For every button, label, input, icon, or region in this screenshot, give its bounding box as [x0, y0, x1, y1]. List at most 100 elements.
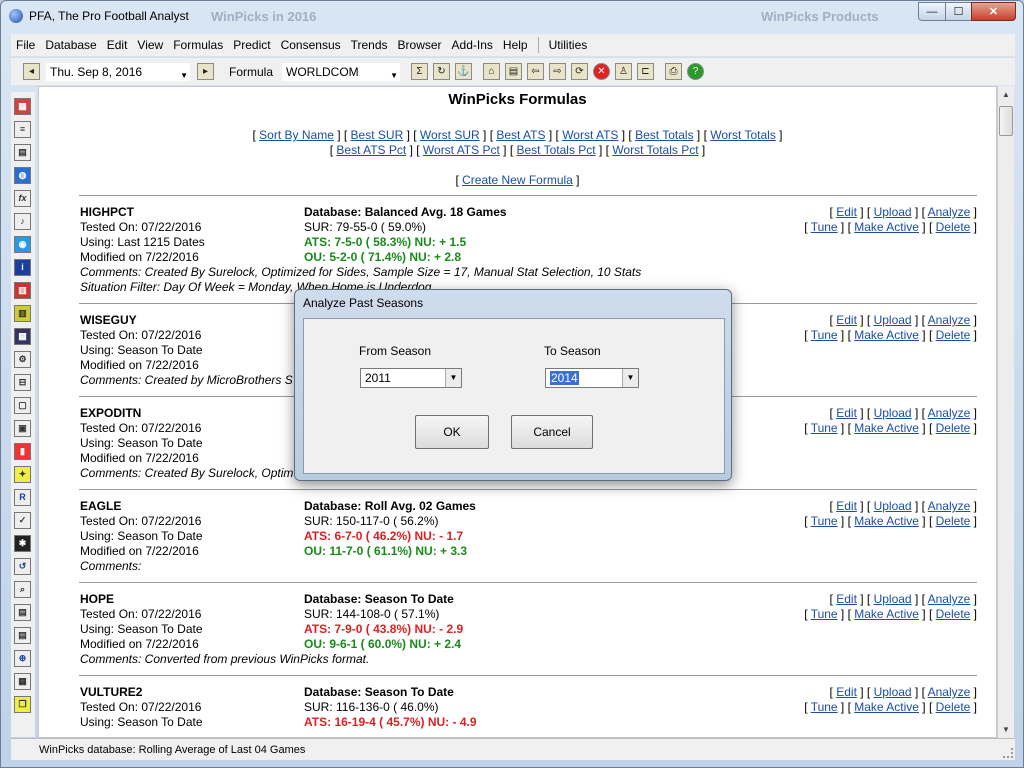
analyze-link[interactable]: Analyze — [928, 406, 971, 420]
best-ats-link[interactable]: Best ATS — [496, 128, 545, 142]
copy-icon[interactable]: ❐ — [14, 696, 31, 713]
menu-view[interactable]: View — [132, 34, 168, 56]
report-icon[interactable]: ▥ — [14, 282, 31, 299]
function-icon[interactable]: fx — [14, 190, 31, 207]
tune-link[interactable]: Tune — [811, 607, 838, 621]
edit-link[interactable]: Edit — [836, 685, 857, 699]
tune-link[interactable]: Tune — [811, 421, 838, 435]
page-icon[interactable]: ▤ — [14, 627, 31, 644]
settings-icon[interactable]: ⚙ — [14, 351, 31, 368]
upload-link[interactable]: Upload — [874, 685, 912, 699]
menu-edit[interactable]: Edit — [102, 34, 133, 56]
menu-utilities[interactable]: Utilities — [544, 34, 593, 56]
zoom-icon[interactable]: ⊕ — [14, 650, 31, 667]
analyze-link[interactable]: Analyze — [928, 205, 971, 219]
calendar-next-icon[interactable]: ▸ — [197, 63, 214, 80]
music-note-icon[interactable]: ♪ — [14, 213, 31, 230]
tune-link[interactable]: Tune — [811, 700, 838, 714]
clipboard-icon[interactable]: ▤ — [14, 604, 31, 621]
rpt-icon[interactable]: R — [14, 489, 31, 506]
person-icon[interactable]: ♙ — [615, 63, 632, 80]
make-active-link[interactable]: Make Active — [854, 421, 919, 435]
list-icon[interactable]: ≡ — [14, 121, 31, 138]
best-totals-pct-link[interactable]: Best Totals Pct — [516, 143, 595, 157]
edit-link[interactable]: Edit — [836, 499, 857, 513]
ok-button[interactable]: OK — [415, 415, 489, 449]
upload-link[interactable]: Upload — [874, 499, 912, 513]
globe-icon[interactable]: ◍ — [14, 167, 31, 184]
printer-icon[interactable]: ⎙ — [665, 63, 682, 80]
magnifier-icon[interactable]: ⌕ — [14, 581, 31, 598]
make-active-link[interactable]: Make Active — [854, 220, 919, 234]
upload-link[interactable]: Upload — [874, 592, 912, 606]
folder-icon[interactable]: ▤ — [505, 63, 522, 80]
make-active-link[interactable]: Make Active — [854, 607, 919, 621]
check-icon[interactable]: ✓ — [14, 512, 31, 529]
bar-chart-icon[interactable]: ▮ — [14, 443, 31, 460]
scroll-up-icon[interactable]: ▲ — [1002, 90, 1010, 99]
delete-link[interactable]: Delete — [936, 514, 971, 528]
formula-combo[interactable]: WORLDCOM ▼ — [281, 62, 401, 82]
delete-link[interactable]: Delete — [936, 220, 971, 234]
cycle-icon[interactable]: ↺ — [14, 558, 31, 575]
calendar-prev-icon[interactable]: ◂ — [23, 63, 40, 80]
best-sur-link[interactable]: Best SUR — [351, 128, 404, 142]
earth-icon[interactable]: ◉ — [14, 236, 31, 253]
target-icon[interactable]: ✱ — [14, 535, 31, 552]
scroll-down-icon[interactable]: ▼ — [1002, 725, 1010, 734]
analyze-link[interactable]: Analyze — [928, 499, 971, 513]
grid-icon[interactable]: ▦ — [14, 98, 31, 115]
minimize-button[interactable]: — — [918, 2, 946, 21]
create-new-formula-link[interactable]: Create New Formula — [462, 173, 573, 187]
refresh-icon[interactable]: ↻ — [433, 63, 450, 80]
vertical-scrollbar[interactable]: ▲ ▼ — [997, 86, 1014, 738]
menu-trends[interactable]: Trends — [346, 34, 393, 56]
analyze-link[interactable]: Analyze — [928, 685, 971, 699]
delete-link[interactable]: Delete — [936, 700, 971, 714]
delete-link[interactable]: Delete — [936, 328, 971, 342]
table-icon[interactable]: ▦ — [14, 328, 31, 345]
to-season-select[interactable]: 2014 ▼ — [545, 368, 639, 388]
info-icon[interactable]: i — [14, 259, 31, 276]
delete-link[interactable]: Delete — [936, 421, 971, 435]
menu-formulas[interactable]: Formulas — [168, 34, 228, 56]
home-icon[interactable]: ⌂ — [483, 63, 500, 80]
edit-link[interactable]: Edit — [836, 406, 857, 420]
make-active-link[interactable]: Make Active — [854, 328, 919, 342]
menu-browser[interactable]: Browser — [393, 34, 447, 56]
menu-consensus[interactable]: Consensus — [276, 34, 346, 56]
upload-link[interactable]: Upload — [874, 313, 912, 327]
worst-ats-link[interactable]: Worst ATS — [562, 128, 618, 142]
report-yellow-icon[interactable]: ▥ — [14, 305, 31, 322]
help-icon[interactable]: ? — [687, 63, 704, 80]
menu-predict[interactable]: Predict — [228, 34, 275, 56]
back-arrow-icon[interactable]: ⇦ — [527, 63, 544, 80]
tune-link[interactable]: Tune — [811, 220, 838, 234]
date-combo[interactable]: Thu. Sep 8, 2016 ▼ — [45, 62, 191, 82]
forward-arrow-icon[interactable]: ⇨ — [549, 63, 566, 80]
from-season-select[interactable]: 2011 ▼ — [360, 368, 462, 388]
tune-link[interactable]: Tune — [811, 514, 838, 528]
edit-link[interactable]: Edit — [836, 592, 857, 606]
analyze-link[interactable]: Analyze — [928, 313, 971, 327]
tune-link[interactable]: Tune — [811, 328, 838, 342]
upload-link[interactable]: Upload — [874, 406, 912, 420]
ruler-icon[interactable]: ⊏ — [637, 63, 654, 80]
analyze-link[interactable]: Analyze — [928, 592, 971, 606]
menu-file[interactable]: File — [11, 34, 40, 56]
scroll-thumb[interactable] — [999, 106, 1013, 136]
edit-link[interactable]: Edit — [836, 313, 857, 327]
worst-totals-link[interactable]: Worst Totals — [710, 128, 776, 142]
sum-icon[interactable]: Σ — [411, 63, 428, 80]
menu-add-ins[interactable]: Add-Ins — [447, 34, 498, 56]
worst-sur-link[interactable]: Worst SUR — [420, 128, 480, 142]
window-icon[interactable]: ▢ — [14, 397, 31, 414]
title-bar[interactable]: PFA, The Pro Football Analyst WinPicks i… — [1, 1, 1023, 31]
panel-icon[interactable]: ▣ — [14, 420, 31, 437]
document-icon[interactable]: ▤ — [14, 144, 31, 161]
reload-page-icon[interactable]: ⟳ — [571, 63, 588, 80]
cancel-button[interactable]: Cancel — [511, 415, 593, 449]
filter-icon[interactable]: ⊟ — [14, 374, 31, 391]
upload-link[interactable]: Upload — [874, 205, 912, 219]
calculator-icon[interactable]: ▦ — [14, 673, 31, 690]
